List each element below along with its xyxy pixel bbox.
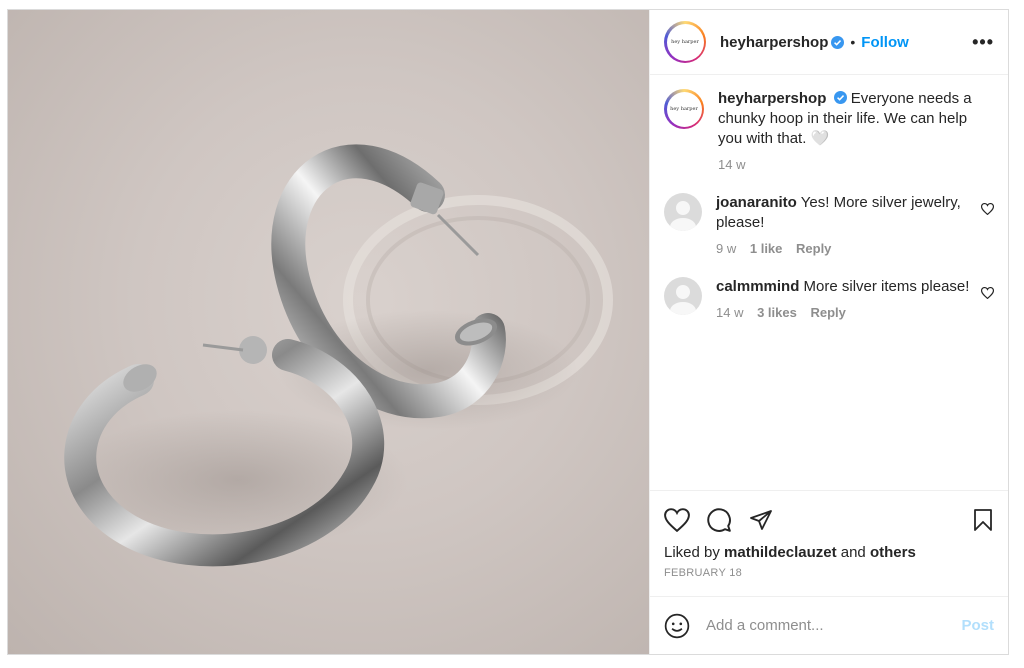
add-comment-bar: Post xyxy=(650,596,1008,654)
post-header: hey harper heyharpershop • Follow ••• xyxy=(650,10,1008,75)
heart-icon[interactable] xyxy=(981,203,994,215)
comment-meta: 14 w 3 likes Reply xyxy=(716,303,981,323)
comment-text: More silver items please! xyxy=(803,278,970,295)
comment-meta: 9 w 1 like Reply xyxy=(716,239,981,259)
comment-time[interactable]: 9 w xyxy=(716,241,736,256)
comment-body: calmmmind More silver items please! 14 w… xyxy=(716,277,981,323)
comments-list: hey harper heyharpershop Everyone needs … xyxy=(650,75,1008,490)
liked-by: Liked by mathildeclauzet and others xyxy=(664,544,994,561)
caption-meta: 14 w xyxy=(718,155,983,175)
post-frame: hey harper heyharpershop • Follow ••• he… xyxy=(7,9,1009,655)
post-date[interactable]: FEBRUARY 18 xyxy=(664,567,994,579)
header-user-block: heyharpershop • Follow xyxy=(720,34,909,51)
heart-icon[interactable] xyxy=(981,287,994,299)
liked-by-others[interactable]: others xyxy=(870,544,916,561)
add-comment-input[interactable] xyxy=(706,617,962,634)
comment-likes[interactable]: 3 likes xyxy=(757,305,797,320)
commenter-avatar[interactable] xyxy=(664,193,702,231)
reply-button[interactable]: Reply xyxy=(810,305,845,320)
header-separator: • xyxy=(850,34,856,50)
liked-by-user[interactable]: mathildeclauzet xyxy=(724,544,837,561)
comment-body: joanaranito Yes! More silver jewelry, pl… xyxy=(716,193,981,259)
liked-by-prefix: Liked by xyxy=(664,544,720,561)
comment-username[interactable]: calmmmind xyxy=(716,278,799,295)
verified-icon xyxy=(833,91,847,104)
caption: hey harper heyharpershop Everyone needs … xyxy=(664,89,994,175)
post-actions: Liked by mathildeclauzet and others FEBR… xyxy=(650,490,1008,596)
liked-by-and: and xyxy=(840,544,866,561)
heart-icon[interactable] xyxy=(664,508,690,532)
avatar-logo: hey harper xyxy=(666,23,704,61)
bookmark-icon[interactable] xyxy=(972,508,994,532)
commenter-avatar[interactable] xyxy=(664,277,702,315)
follow-button[interactable]: Follow xyxy=(861,34,909,51)
default-avatar-icon xyxy=(670,201,696,231)
default-avatar-icon xyxy=(670,285,696,315)
comment-icon[interactable] xyxy=(706,507,732,533)
more-icon[interactable]: ••• xyxy=(972,32,994,53)
header-username[interactable]: heyharpershop xyxy=(720,34,828,51)
comment-item: joanaranito Yes! More silver jewelry, pl… xyxy=(664,193,994,259)
post-image[interactable] xyxy=(8,10,649,654)
comment-time[interactable]: 14 w xyxy=(716,305,743,320)
caption-body: heyharpershop Everyone needs a chunky ho… xyxy=(718,89,983,175)
share-icon[interactable] xyxy=(748,508,774,532)
caption-username[interactable]: heyharpershop xyxy=(718,90,826,107)
comment-likes[interactable]: 1 like xyxy=(750,241,783,256)
earrings-illustration xyxy=(64,144,613,567)
action-icons xyxy=(664,505,994,535)
emoji-icon[interactable] xyxy=(664,613,690,639)
caption-avatar-logo: hey harper xyxy=(666,91,702,127)
post-comment-button[interactable]: Post xyxy=(961,617,994,634)
avatar[interactable]: hey harper xyxy=(664,21,706,63)
caption-avatar[interactable]: hey harper xyxy=(664,89,704,129)
comment-username[interactable]: joanaranito xyxy=(716,194,797,211)
post-side-panel: hey harper heyharpershop • Follow ••• he… xyxy=(649,10,1008,654)
verified-icon xyxy=(831,35,845,49)
comment-item: calmmmind More silver items please! 14 w… xyxy=(664,277,994,323)
caption-time[interactable]: 14 w xyxy=(718,157,745,172)
reply-button[interactable]: Reply xyxy=(796,241,831,256)
